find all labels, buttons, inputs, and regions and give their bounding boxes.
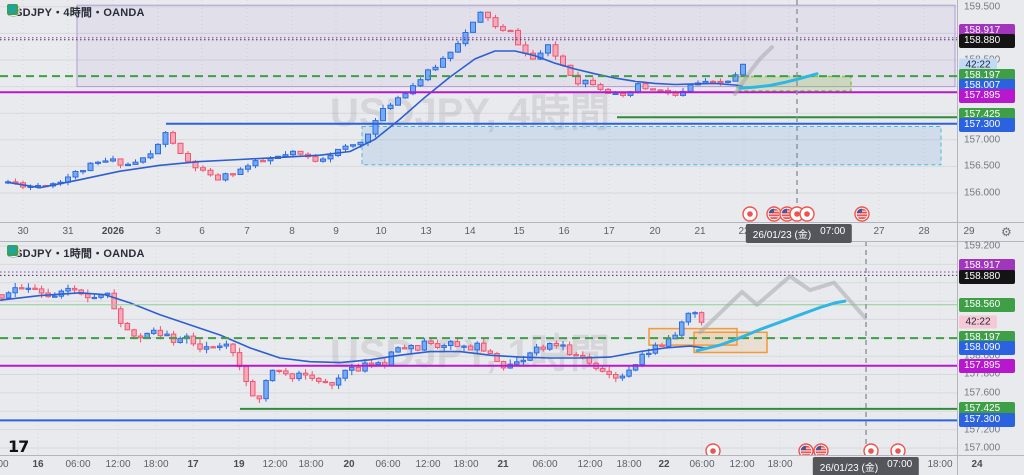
japan-event-flag-icon [864, 444, 878, 455]
price-scale-label: 157.000 [964, 135, 1000, 146]
trading-chart-window: USDJPY, 4時間 USDJPY・4時間・OANDA [0, 0, 1024, 475]
time-axis-label: 22 [658, 459, 669, 470]
time-axis-label: 18:00 [616, 459, 641, 470]
us-event-flag-icon [799, 444, 813, 455]
time-axis-label: 00 [0, 459, 9, 470]
time-axis-label: 30 [17, 226, 28, 237]
time-axis-label: 12:00 [729, 459, 754, 470]
symbol-legend-1h[interactable]: USDJPY・1時間・OANDA [7, 245, 145, 261]
time-axis-label: 12:00 [105, 459, 130, 470]
time-axis-label: 2026 [102, 226, 124, 237]
price-level-badge: 158.880 [959, 34, 1015, 48]
time-axis-label: 8 [289, 226, 295, 237]
time-axis-label: 18:00 [453, 459, 478, 470]
us-event-flag-icon [855, 207, 869, 221]
time-axis-label: 27 [873, 226, 884, 237]
indicator-dot-icon[interactable] [7, 4, 17, 14]
time-axis-label: 18:00 [767, 459, 792, 470]
price-level-badge: 158.880 [959, 270, 1015, 284]
time-axis-label: 28 [918, 226, 929, 237]
time-axis-1h[interactable]: 2418:0012:0006:002318:0012:0006:002218:0… [0, 455, 1024, 475]
time-axis-label: 17 [187, 459, 198, 470]
price-scale-label: 156.500 [964, 161, 1000, 172]
time-axis-label: 20 [649, 226, 660, 237]
time-axis-label: 14 [464, 226, 475, 237]
time-axis-4h[interactable]: 2928272623222120171615141310987632026313… [0, 222, 1024, 242]
time-axis-label: 12:00 [262, 459, 287, 470]
price-scale-label: 159.200 [964, 241, 1000, 252]
time-axis-label: 17 [603, 226, 614, 237]
price-chart-1h-svg: USDJPY, 1時間 [0, 241, 957, 455]
japan-event-flag-icon [743, 207, 757, 221]
time-axis-label: 21 [497, 459, 508, 470]
time-axis-label: 21 [694, 226, 705, 237]
time-axis-label: 18:00 [927, 459, 952, 470]
time-axis-label: 06:00 [532, 459, 557, 470]
time-axis-label: 7 [244, 226, 250, 237]
price-level-badge: 157.300 [959, 118, 1015, 132]
time-axis-label: 3 [155, 226, 161, 237]
japan-event-flag-icon [706, 444, 720, 455]
price-level-badge: 157.895 [959, 359, 1015, 373]
price-scale-label: 156.000 [964, 188, 1000, 199]
tooltip-date: 26/01/23 (金) [753, 226, 811, 241]
chart-title-4h: USDJPY・4時間・OANDA [7, 4, 145, 20]
price-scale-label: 157.600 [964, 388, 1000, 399]
time-axis-label: 18:00 [298, 459, 323, 470]
time-axis-label: 10 [375, 226, 386, 237]
price-level-badge: 158.560 [959, 298, 1015, 312]
time-axis-label: 06:00 [65, 459, 90, 470]
bar-countdown-badge: 42:22 [959, 316, 997, 329]
price-scale-label: 159.500 [964, 2, 1000, 13]
price-level-badge: 157.300 [959, 413, 1015, 427]
japan-event-flag-icon [891, 444, 905, 455]
us-event-flag-icon [814, 444, 828, 455]
price-scale-label: 157.000 [964, 443, 1000, 454]
japan-event-flag-icon [800, 207, 814, 221]
time-axis-label: 06:00 [375, 459, 400, 470]
chart-pane-1h[interactable]: USDJPY, 1時間 USDJPY・1時間・OANDA [0, 241, 957, 455]
price-scale-column[interactable]: 159.500158.500157.000156.500156.000158.9… [957, 0, 1024, 475]
symbol-legend-4h[interactable]: USDJPY・4時間・OANDA [7, 4, 145, 20]
us-event-flag-icon [767, 207, 781, 221]
time-axis-label: 6 [199, 226, 205, 237]
tradingview-logo[interactable]: 17 [8, 437, 28, 456]
price-chart-4h-svg: USDJPY, 4時間 [0, 0, 957, 222]
tooltip-time: 07:00 [820, 226, 845, 241]
tooltip-date: 26/01/23 (金) [820, 459, 878, 474]
time-axis-label: 06:00 [689, 459, 714, 470]
time-axis-label: 16 [32, 459, 43, 470]
indicator-dot-icon[interactable] [7, 245, 17, 255]
time-axis-label: 9 [333, 226, 339, 237]
time-axis-label: 15 [513, 226, 524, 237]
time-axis-label: 18:00 [143, 459, 168, 470]
time-axis-label: 12:00 [415, 459, 440, 470]
time-axis-label: 19 [233, 459, 244, 470]
tooltip-time: 07:00 [887, 459, 912, 474]
chart-pane-4h[interactable]: USDJPY, 4時間 USDJPY・4時間・OANDA [0, 0, 957, 222]
price-level-badge: 157.895 [959, 89, 1015, 103]
chart-title-1h: USDJPY・1時間・OANDA [7, 245, 145, 261]
time-axis-label: 16 [558, 226, 569, 237]
crosshair-date-tooltip-1h: 26/01/23 (金) 07:00 [813, 457, 919, 475]
crosshair-date-tooltip-4h: 26/01/23 (金) 07:00 [746, 224, 852, 243]
time-axis-label: 31 [62, 226, 73, 237]
time-axis-label: 12:00 [577, 459, 602, 470]
time-axis-label: 13 [420, 226, 431, 237]
price-level-badge: 158.090 [959, 341, 1015, 355]
time-axis-label: 20 [343, 459, 354, 470]
